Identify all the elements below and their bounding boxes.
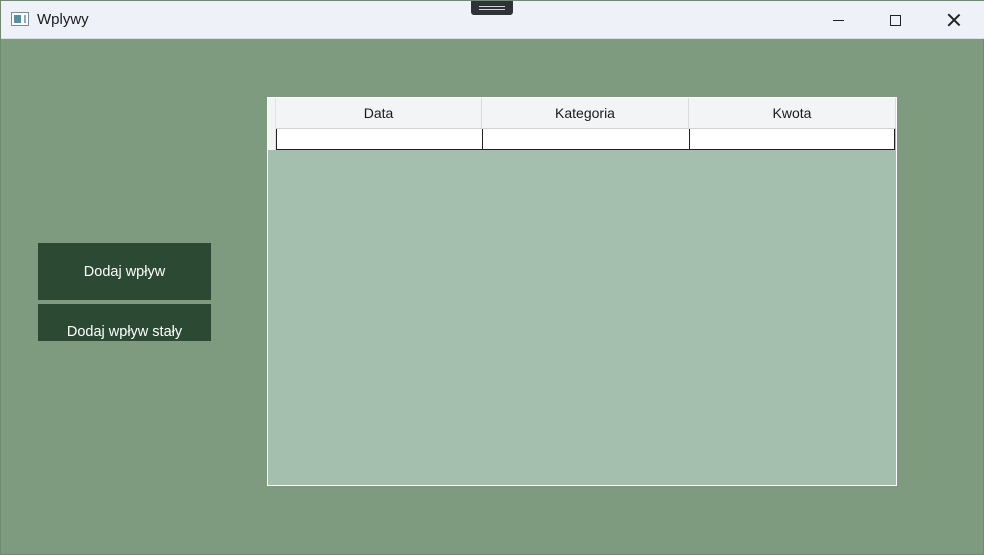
maximize-button[interactable] bbox=[872, 1, 918, 39]
close-icon bbox=[947, 13, 961, 27]
close-button[interactable] bbox=[931, 1, 977, 39]
window-title: Wplywy bbox=[37, 11, 89, 28]
column-header-kwota[interactable]: Kwota bbox=[689, 98, 896, 128]
minimize-icon bbox=[832, 19, 844, 21]
add-fixed-income-button[interactable]: Dodaj wpływ stały bbox=[38, 304, 211, 341]
column-header-kategoria[interactable]: Kategoria bbox=[482, 98, 689, 128]
snap-layout-handle[interactable] bbox=[471, 1, 513, 15]
add-income-button[interactable]: Dodaj wpływ bbox=[38, 243, 211, 300]
table-row[interactable] bbox=[276, 128, 895, 150]
maximize-icon bbox=[889, 14, 901, 26]
main-window: Wplywy Dodaj wpływ Dodaj wpływ stały Dat… bbox=[0, 0, 984, 555]
cell-kwota[interactable] bbox=[689, 129, 895, 149]
income-data-grid[interactable]: Data Kategoria Kwota bbox=[267, 97, 897, 486]
cell-data[interactable] bbox=[276, 129, 482, 149]
title-bar[interactable]: Wplywy bbox=[1, 1, 984, 39]
cell-kategoria[interactable] bbox=[482, 129, 689, 149]
app-window-icon bbox=[11, 12, 29, 26]
minimize-button[interactable] bbox=[815, 1, 861, 39]
row-header-strip[interactable] bbox=[268, 98, 276, 150]
column-header-data[interactable]: Data bbox=[276, 98, 482, 128]
grid-header: Data Kategoria Kwota bbox=[268, 98, 896, 128]
